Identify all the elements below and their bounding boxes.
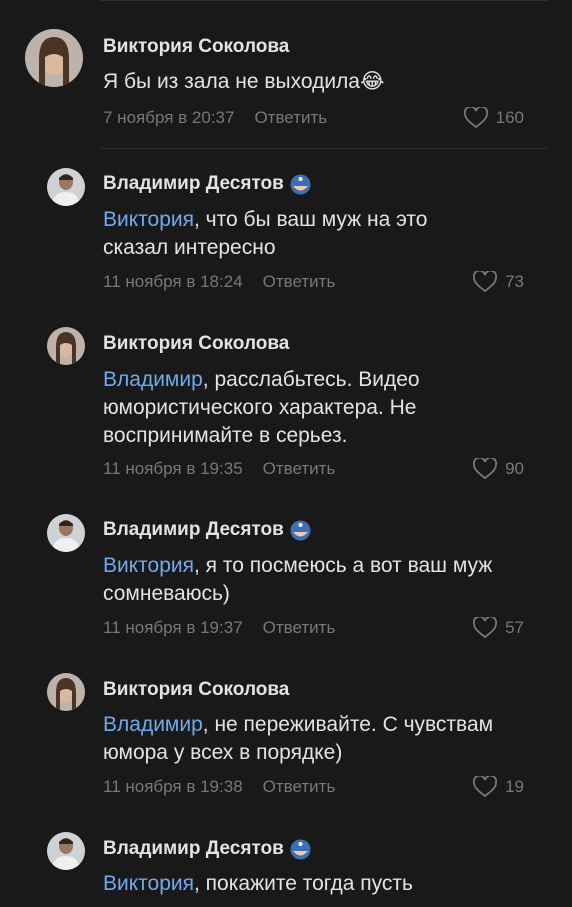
comment-text: Я бы из зала не выходила😂: [103, 68, 548, 96]
top-divider: [100, 0, 548, 1]
heart-icon: [473, 617, 498, 639]
avatar-vladimir[interactable]: [47, 168, 85, 206]
mention-link[interactable]: Виктория: [103, 872, 194, 895]
comment-text: Виктория, покажите тогда пусть: [103, 870, 548, 898]
mention-link[interactable]: Владимир: [103, 713, 203, 736]
comment-meta: 11 ноября в 19:38 Ответить 19: [103, 775, 548, 799]
reply-button[interactable]: Ответить: [254, 108, 327, 128]
comment-author[interactable]: Виктория Соколова: [103, 333, 289, 355]
like-button[interactable]: 90: [473, 457, 524, 481]
mention-link[interactable]: Владимир: [103, 368, 203, 391]
heart-icon: [473, 271, 498, 293]
captain-america-emoji-icon: [290, 520, 311, 540]
like-count: 73: [505, 272, 524, 291]
comment-author[interactable]: Виктория Соколова: [103, 679, 289, 701]
comment-text-line: , что бы ваш муж на это: [194, 208, 428, 231]
avatar-viktoria[interactable]: [47, 673, 85, 711]
mention-link[interactable]: Виктория: [103, 208, 194, 231]
comment-author[interactable]: Виктория Соколова: [103, 36, 289, 58]
comment-date[interactable]: 7 ноября в 20:37: [103, 108, 234, 128]
comment-text-line: , не переживайте. С чувствам: [202, 713, 494, 736]
comment-date[interactable]: 11 ноября в 19:37: [103, 618, 243, 638]
comment-date[interactable]: 11 ноября в 18:24: [103, 272, 243, 292]
reply-button[interactable]: Ответить: [263, 459, 336, 479]
comment-author[interactable]: Владимир Десятов: [103, 519, 311, 541]
comment-text-line: , покажите тогда пусть: [194, 872, 413, 895]
author-name[interactable]: Виктория Соколова: [103, 679, 289, 701]
avatar-viktoria[interactable]: [25, 29, 83, 87]
comment-meta: 11 ноября в 18:24 Ответить 73: [103, 270, 548, 294]
avatar-viktoria[interactable]: [47, 327, 85, 365]
like-button[interactable]: 160: [463, 106, 524, 130]
laughing-emoji-icon: 😂: [359, 70, 385, 93]
like-count: 160: [495, 108, 524, 127]
comment-date[interactable]: 11 ноября в 19:35: [103, 459, 243, 479]
author-name[interactable]: Виктория Соколова: [103, 333, 289, 355]
comment-text: Виктория, я то посмеюсь а вот ваш муж со…: [103, 552, 548, 608]
mention-link[interactable]: Виктория: [103, 554, 194, 577]
comment-text-line: юмора у всех в порядке): [103, 741, 343, 764]
reply-button[interactable]: Ответить: [263, 777, 336, 797]
reply-button[interactable]: Ответить: [263, 272, 336, 292]
like-button[interactable]: 57: [473, 616, 524, 640]
heart-icon: [463, 107, 488, 129]
comment-text-line: Я бы из зала не выходила: [103, 70, 360, 93]
like-count: 57: [505, 618, 524, 637]
reply-button[interactable]: Ответить: [263, 618, 336, 638]
comment-text: Владимир, не переживайте. С чувствам юмо…: [103, 711, 548, 767]
comment-date[interactable]: 11 ноября в 19:38: [103, 777, 243, 797]
avatar-vladimir[interactable]: [47, 514, 85, 552]
captain-america-emoji-icon: [290, 839, 311, 859]
comment-text-line: сказал интересно: [103, 236, 276, 259]
heart-icon: [473, 458, 498, 480]
like-count: 90: [505, 459, 524, 478]
author-name[interactable]: Владимир Десятов: [103, 519, 284, 541]
comment-text-line: , я то посмеюсь а вот ваш муж: [194, 554, 493, 577]
like-button[interactable]: 19: [473, 775, 524, 799]
heart-icon: [473, 776, 498, 798]
divider: [100, 148, 548, 149]
comment-text-line: сомневаюсь): [103, 582, 230, 605]
comment-text: Владимир, расслабьтесь. Видео юмористиче…: [103, 366, 548, 450]
comment-author[interactable]: Владимир Десятов: [103, 173, 311, 195]
author-name[interactable]: Владимир Десятов: [103, 838, 284, 860]
captain-america-emoji-icon: [290, 174, 311, 194]
author-name[interactable]: Виктория Соколова: [103, 36, 289, 58]
comment-text-line: воспринимайте в серьез.: [103, 424, 348, 447]
comment-author[interactable]: Владимир Десятов: [103, 838, 311, 860]
author-name[interactable]: Владимир Десятов: [103, 173, 284, 195]
comment-text-line: юмористического характера. Не: [103, 396, 417, 419]
like-button[interactable]: 73: [473, 270, 524, 294]
avatar-vladimir[interactable]: [47, 832, 85, 870]
comment-meta: 7 ноября в 20:37 Ответить 160: [103, 106, 548, 130]
like-count: 19: [505, 777, 524, 796]
comment-text-line: , расслабьтесь. Видео: [202, 368, 420, 391]
comment-meta: 11 ноября в 19:35 Ответить 90: [103, 457, 548, 481]
comment-text: Виктория, что бы ваш муж на это сказал и…: [103, 206, 548, 262]
comment-meta: 11 ноября в 19:37 Ответить 57: [103, 616, 548, 640]
